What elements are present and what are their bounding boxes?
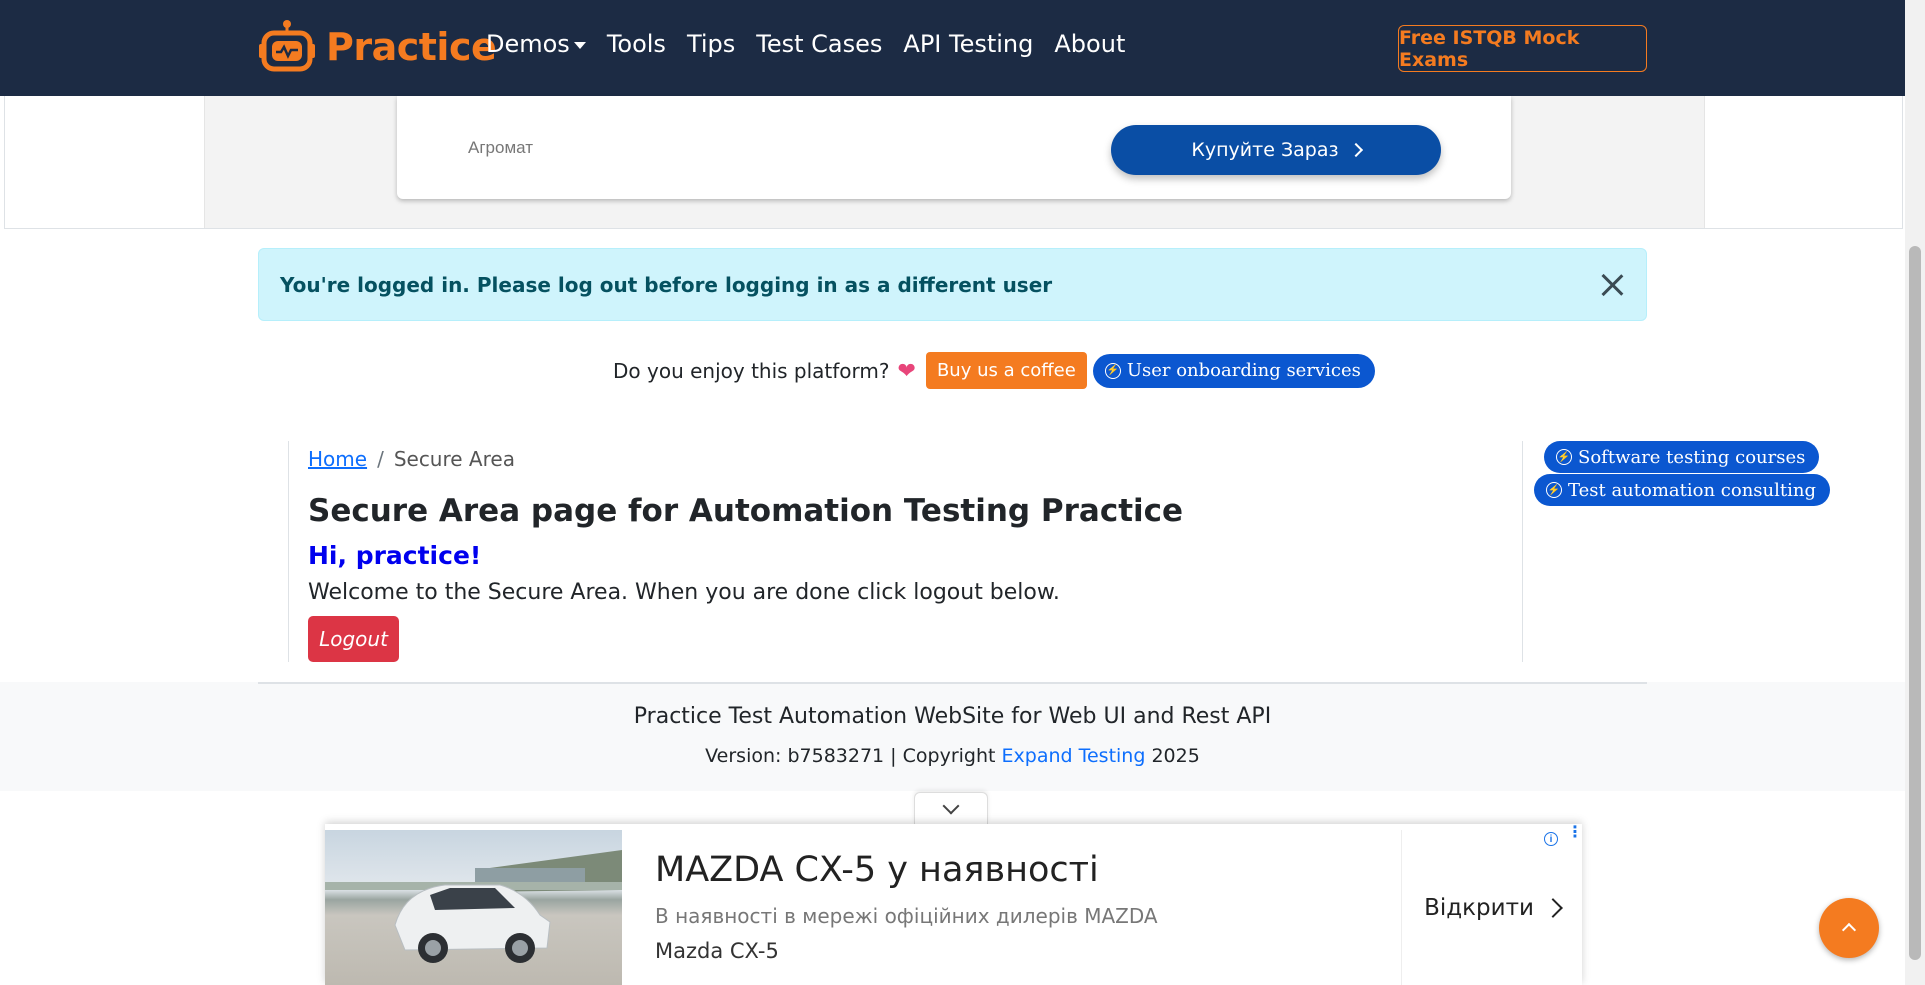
support-question: Do you enjoy this platform?	[613, 358, 890, 383]
footer-divider	[258, 682, 1647, 684]
ad-open-button[interactable]: Відкрити	[1401, 830, 1582, 985]
caret-down-icon	[573, 41, 586, 49]
nav-test-cases[interactable]: Test Cases	[756, 30, 882, 58]
top-ad-card[interactable]: Агромат Купуйте Зараз	[397, 96, 1511, 199]
breadcrumb: Home / Secure Area	[308, 447, 515, 471]
top-ad-container: Агромат Купуйте Зараз	[4, 96, 1903, 229]
welcome-message: Welcome to the Secure Area. When you are…	[308, 580, 1060, 605]
software-testing-courses-button[interactable]: ⚡ Software testing courses	[1544, 441, 1820, 473]
breadcrumb-current: Secure Area	[393, 447, 515, 471]
brand-link[interactable]: Practice	[258, 18, 497, 76]
buy-coffee-button[interactable]: Buy us a coffee	[925, 352, 1087, 389]
car-image	[325, 830, 622, 985]
logged-in-alert: You're logged in. Please log out before …	[258, 248, 1647, 321]
nav-about[interactable]: About	[1054, 30, 1125, 58]
top-ad-buy-label: Купуйте Зараз	[1191, 139, 1339, 161]
support-row: Do you enjoy this platform? ❤ Buy us a c…	[613, 352, 1375, 389]
breadcrumb-home-link[interactable]: Home	[308, 447, 367, 471]
nav-tips[interactable]: Tips	[687, 30, 735, 58]
close-icon[interactable]	[1600, 273, 1624, 297]
user-onboarding-label: User onboarding services	[1126, 360, 1361, 381]
chevron-up-icon	[1841, 922, 1857, 938]
ad-open-label: Відкрити	[1424, 894, 1534, 921]
istqb-mock-exams-button[interactable]: Free ISTQB Mock Exams	[1398, 25, 1647, 72]
ad-description: В наявності в мережі офіційних дилерів M…	[655, 904, 1158, 928]
nav-links: Demos Tools Tips Test Cases API Testing …	[486, 30, 1146, 58]
alert-message: You're logged in. Please log out before …	[280, 273, 1053, 297]
expand-testing-link[interactable]: Expand Testing	[1002, 745, 1146, 767]
top-ad-advertiser: Агромат	[468, 138, 534, 157]
heart-icon: ❤	[897, 357, 916, 383]
scroll-to-top-button[interactable]	[1819, 898, 1879, 958]
bolt-icon: ⚡	[1556, 449, 1572, 465]
scrollbar-thumb[interactable]	[1909, 246, 1921, 960]
bolt-icon: ⚡	[1546, 482, 1562, 498]
footer: Practice Test Automation WebSite for Web…	[0, 682, 1905, 791]
logout-button[interactable]: Logout	[308, 616, 399, 662]
footer-title: Practice Test Automation WebSite for Web…	[633, 704, 1272, 729]
navbar: Practice Demos Tools Tips Test Cases API…	[0, 0, 1905, 96]
bottom-ad[interactable]: MAZDA CX-5 у наявності В наявності в мер…	[325, 824, 1583, 985]
ad-menu-icon[interactable]: ⋮	[1567, 825, 1583, 841]
ad-collapse-toggle[interactable]	[914, 792, 988, 824]
breadcrumb-separator: /	[377, 447, 384, 471]
user-greeting: Hi, practice!	[308, 541, 482, 570]
nav-demos[interactable]: Demos	[486, 30, 586, 58]
footer-year: 2025	[1151, 745, 1200, 767]
software-testing-courses-label: Software testing courses	[1578, 446, 1806, 468]
car-photo-icon	[325, 850, 622, 963]
chevron-down-icon	[942, 797, 960, 815]
top-ad-buy-button[interactable]: Купуйте Зараз	[1111, 125, 1441, 175]
ad-info-icon[interactable]: i	[1544, 832, 1558, 846]
bolt-icon: ⚡	[1104, 362, 1121, 379]
robot-logo-icon	[259, 20, 315, 72]
page-scrollbar[interactable]	[1905, 0, 1925, 985]
footer-version: Version: b7583271 | Copyright	[705, 745, 996, 767]
nav-api-testing[interactable]: API Testing	[903, 30, 1033, 58]
nav-demos-label: Demos	[486, 30, 570, 58]
top-ad-frame: Агромат Купуйте Зараз	[204, 96, 1705, 228]
nav-tools[interactable]: Tools	[607, 30, 666, 58]
chevron-right-icon	[1543, 897, 1563, 918]
user-onboarding-button[interactable]: ⚡ User onboarding services	[1092, 353, 1375, 388]
test-automation-consulting-label: Test automation consulting	[1568, 479, 1816, 501]
main-content: Home / Secure Area Secure Area page for …	[288, 441, 1523, 662]
ad-brand: Mazda CX-5	[655, 939, 779, 963]
chevron-right-icon	[1348, 142, 1363, 158]
test-automation-consulting-button[interactable]: ⚡ Test automation consulting	[1534, 474, 1830, 506]
brand-text: Practice	[326, 25, 497, 69]
footer-meta: Version: b7583271 | Copyright Expand Tes…	[0, 745, 1905, 767]
page-title: Secure Area page for Automation Testing …	[308, 493, 1184, 529]
ad-title: MAZDA CX-5 у наявності	[655, 850, 1099, 890]
